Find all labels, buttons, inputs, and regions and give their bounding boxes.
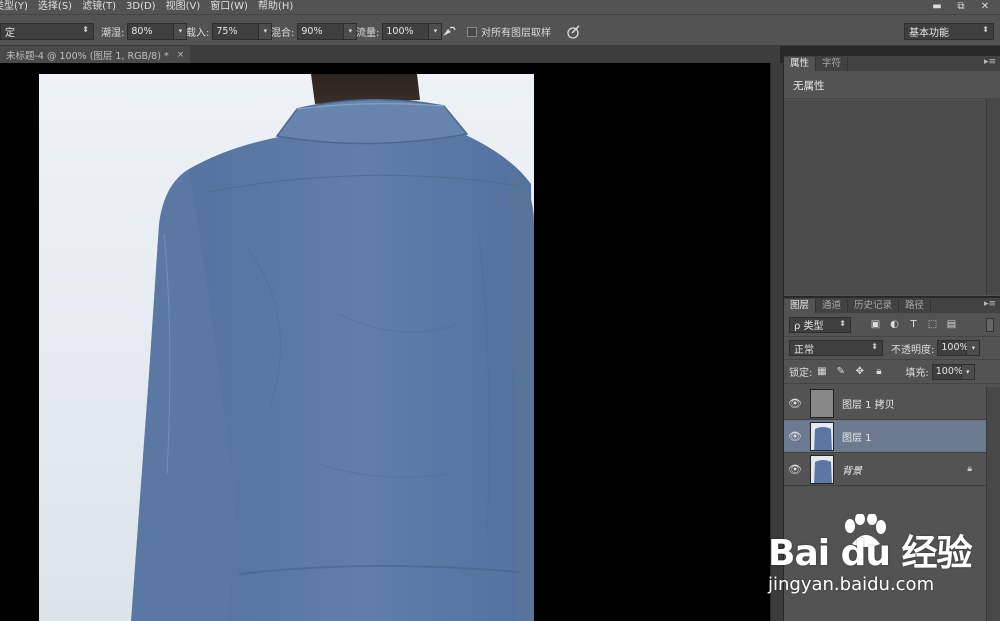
filter-shape-icon[interactable]: ⬚ <box>926 319 939 331</box>
opacity-field[interactable]: 100% <box>937 340 969 356</box>
lock-transparent-icon[interactable]: ▦ <box>815 366 828 378</box>
lock-all-icon[interactable]: 🔒︎ <box>872 366 885 378</box>
layer-row-background[interactable]: 👁︎ 背景 🔒︎ <box>784 453 986 486</box>
chevron-updown-icon: ⬍ <box>839 318 846 328</box>
close-tab-icon[interactable]: × <box>177 50 185 60</box>
tab-properties[interactable]: 属性 <box>784 57 817 71</box>
properties-panel: 属性 字符 ▸≡ 无属性 <box>784 56 1000 296</box>
mix-field[interactable]: 90% <box>297 23 345 40</box>
properties-panel-tabs: 属性 字符 ▸≡ <box>784 56 1000 71</box>
eye-icon[interactable]: 👁︎ <box>784 430 806 443</box>
workspace-value: 基本功能 <box>909 28 949 39</box>
layer-name: 图层 1 拷贝 <box>842 399 895 411</box>
layers-panel: 图层 通道 历史记录 路径 ▸≡ ρ 类型 ⬍ ▣ ◐ T ⬚ ▤ 正常 ⬍ 不… <box>784 298 1000 621</box>
filter-type-icon[interactable]: T <box>907 319 920 331</box>
layer-filter-value: ρ 类型 <box>794 321 824 332</box>
mix-label: 混合: <box>271 28 295 39</box>
panel-menu-icon[interactable]: ▸≡ <box>984 299 996 309</box>
sample-all-layers-checkbox[interactable] <box>467 26 477 37</box>
load-label: 载入: <box>186 28 210 39</box>
tab-layers[interactable]: 图层 <box>784 299 817 313</box>
shirt-back-photo <box>39 74 534 621</box>
lock-icon: 🔒︎ <box>967 464 972 474</box>
brush-mode-value: 定 <box>5 28 15 39</box>
wetness-field[interactable]: 80% <box>127 23 175 40</box>
blend-mode-dropdown[interactable]: 正常 ⬍ <box>789 340 883 356</box>
document-tab[interactable]: 未标题-4 @ 100% (图层 1, RGB/8) * × <box>0 46 190 63</box>
filter-adjustment-icon[interactable]: ◐ <box>888 319 901 331</box>
window-controls: ▬ ⧉ ✕ <box>930 0 992 14</box>
brush-mode-dropdown[interactable]: 定 ⬍ <box>0 23 94 40</box>
filter-smart-object-icon[interactable]: ▤ <box>945 319 958 331</box>
pressure-icon[interactable] <box>566 24 582 39</box>
layer-name: 图层 1 <box>842 432 872 444</box>
blend-row: 正常 ⬍ 不透明度: 100% ▾ <box>784 337 1000 360</box>
document-tab-title: 未标题-4 @ 100% (图层 1, RGB/8) * <box>6 50 169 62</box>
layers-list: 👁︎ 图层 1 拷贝 👁︎ 图层 1 👁︎ 背景 🔒︎ <box>784 387 1000 621</box>
menu-item-select[interactable]: 选择(S) <box>38 0 72 14</box>
airbrush-icon[interactable] <box>441 25 457 39</box>
panel-menu-icon[interactable]: ▸≡ <box>984 57 996 67</box>
layer-thumbnail <box>810 454 834 484</box>
opacity-label: 不透明度: <box>891 344 935 356</box>
flow-label: 流量: <box>356 28 380 39</box>
document-tab-strip: 未标题-4 @ 100% (图层 1, RGB/8) * × <box>0 46 780 63</box>
tab-channels[interactable]: 通道 <box>816 299 849 313</box>
filter-toggle-switch[interactable] <box>986 318 994 332</box>
workspace-dropdown[interactable]: 基本功能 ⬍ <box>904 23 994 40</box>
tab-history[interactable]: 历史记录 <box>848 299 900 313</box>
menu-item-filter[interactable]: 滤镜(T) <box>82 0 116 14</box>
filter-pixel-icon[interactable]: ▣ <box>869 319 882 331</box>
lock-position-icon[interactable]: ✥ <box>853 366 866 378</box>
menu-item-help[interactable]: 帮助(H) <box>258 0 293 14</box>
minimize-icon[interactable]: ▬ <box>930 2 944 12</box>
menu-item-window[interactable]: 窗口(W) <box>210 0 248 14</box>
lock-label: 锁定: <box>789 368 813 379</box>
menu-item-3d[interactable]: 3D(D) <box>126 0 156 14</box>
menu-bar: 类型(Y) 选择(S) 滤镜(T) 3D(D) 视图(V) 窗口(W) 帮助(H… <box>0 0 1000 14</box>
opacity-arrow-icon[interactable]: ▾ <box>967 340 981 356</box>
properties-scrollbar[interactable] <box>986 99 1000 295</box>
blend-mode-value: 正常 <box>794 344 814 356</box>
wetness-label: 潮湿: <box>101 28 125 39</box>
panel-splitter[interactable] <box>770 63 783 621</box>
canvas-area[interactable] <box>0 63 770 621</box>
layer-row-copy[interactable]: 👁︎ 图层 1 拷贝 <box>784 387 986 420</box>
layers-scrollbar[interactable] <box>986 387 1000 621</box>
chevron-updown-icon: ⬍ <box>82 25 89 34</box>
fill-label: 填充: <box>905 368 929 379</box>
menu-item-type[interactable]: 类型(Y) <box>0 0 28 14</box>
restore-icon[interactable]: ⧉ <box>954 2 968 12</box>
menu-item-view[interactable]: 视图(V) <box>166 0 201 14</box>
eye-icon[interactable]: 👁︎ <box>784 463 806 476</box>
chevron-updown-icon: ⬍ <box>871 342 878 351</box>
chevron-updown-icon: ⬍ <box>982 25 989 34</box>
menu-items: 类型(Y) 选择(S) 滤镜(T) 3D(D) 视图(V) 窗口(W) 帮助(H… <box>0 0 293 14</box>
flow-field[interactable]: 100% <box>382 23 430 40</box>
layer-row-layer1[interactable]: 👁︎ 图层 1 <box>784 420 986 453</box>
layer-filter-row: ρ 类型 ⬍ ▣ ◐ T ⬚ ▤ <box>784 313 1000 337</box>
properties-empty-state: 无属性 <box>784 71 1000 99</box>
layer-thumbnail <box>810 388 834 418</box>
lock-image-icon[interactable]: ✎ <box>834 366 847 378</box>
close-icon[interactable]: ✕ <box>978 2 992 12</box>
layers-panel-tabs: 图层 通道 历史记录 路径 ▸≡ <box>784 298 1000 313</box>
eye-icon[interactable]: 👁︎ <box>784 397 806 410</box>
layer-thumbnail <box>810 421 834 451</box>
load-field[interactable]: 75% <box>212 23 260 40</box>
layer-name: 背景 <box>842 465 862 477</box>
layer-filter-dropdown[interactable]: ρ 类型 ⬍ <box>789 316 851 333</box>
options-bar: 定 ⬍ 潮湿: 80% ▾ 载入: 75% ▾ 混合: 90% ▾ 流量: 10… <box>0 14 1000 46</box>
lock-row: 锁定: ▦ ✎ ✥ 🔒︎ 填充: 100% ▾ <box>784 360 1000 384</box>
sample-all-layers-label: 对所有图层取样 <box>481 28 551 39</box>
fill-arrow-icon[interactable]: ▾ <box>961 363 975 380</box>
fill-field[interactable]: 100% <box>931 363 963 380</box>
tab-character[interactable]: 字符 <box>816 57 849 71</box>
properties-content-area <box>784 100 986 295</box>
tab-paths[interactable]: 路径 <box>899 299 932 313</box>
canvas-image[interactable] <box>39 74 534 621</box>
